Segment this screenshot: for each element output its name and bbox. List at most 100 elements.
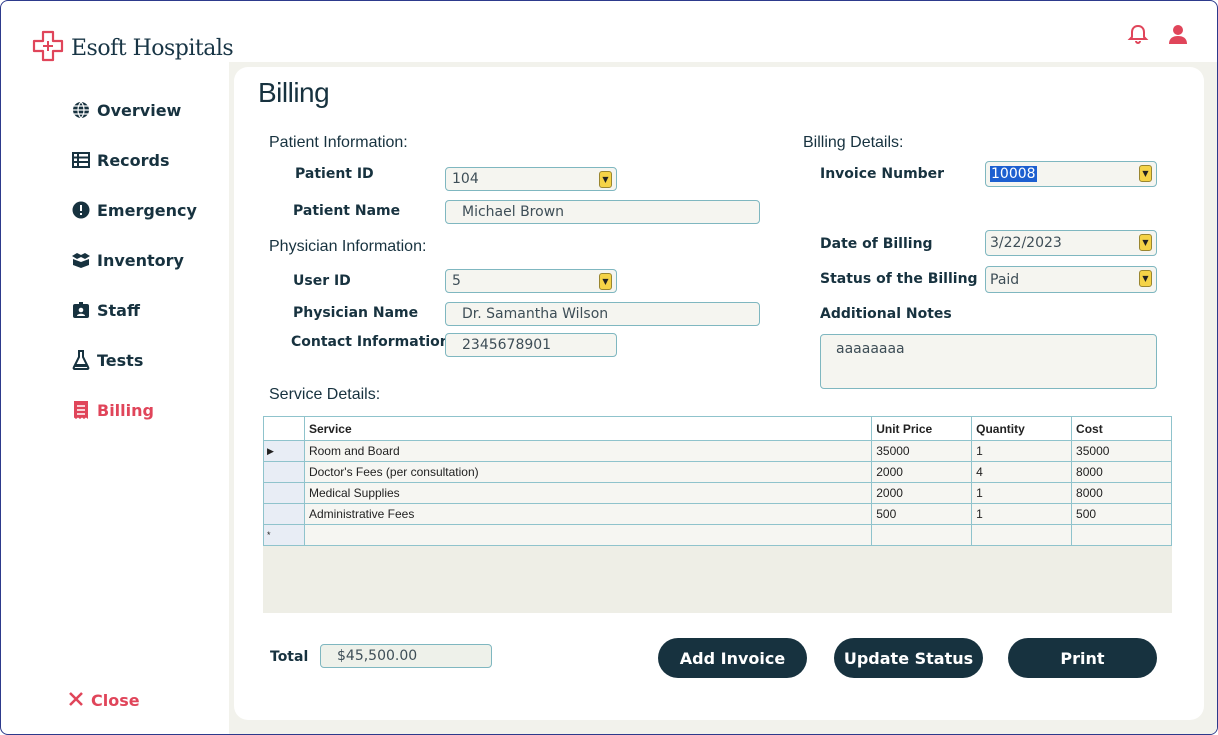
- row-header[interactable]: [263, 461, 305, 483]
- globe-icon: [71, 100, 91, 120]
- chevron-down-icon[interactable]: ▼: [1139, 165, 1152, 182]
- cell-cost[interactable]: 8000: [1071, 461, 1172, 483]
- additional-notes-label: Additional Notes: [820, 306, 952, 322]
- sidebar-item-billing[interactable]: Billing: [11, 389, 223, 431]
- column-header-quantity[interactable]: Quantity: [971, 416, 1073, 441]
- cell-quantity[interactable]: 4: [971, 461, 1073, 483]
- sidebar-item-label: Billing: [97, 400, 154, 420]
- patient-id-label: Patient ID: [295, 166, 374, 182]
- patient-name-field[interactable]: Michael Brown: [445, 200, 760, 224]
- column-header-unit-price[interactable]: Unit Price: [871, 416, 973, 441]
- cell-service[interactable]: Doctor's Fees (per consultation): [303, 461, 873, 483]
- cell-quantity[interactable]: 1: [971, 440, 1073, 462]
- cell-unit-price[interactable]: 35000: [871, 440, 973, 462]
- billing-section-title: Billing Details:: [803, 134, 904, 151]
- add-invoice-button[interactable]: Add Invoice: [658, 638, 807, 678]
- column-header-cost[interactable]: Cost: [1071, 416, 1172, 441]
- cell-service[interactable]: Room and Board: [303, 440, 873, 462]
- service-table: Service Unit Price Quantity Cost ▶ Room …: [263, 416, 1172, 546]
- date-of-billing-picker[interactable]: 3/22/2023 ▼: [985, 230, 1157, 256]
- update-status-button[interactable]: Update Status: [834, 638, 983, 678]
- date-of-billing-label: Date of Billing: [820, 236, 933, 252]
- table-header-row: Service Unit Price Quantity Cost: [263, 416, 1172, 441]
- cell-cost[interactable]: 500: [1071, 503, 1172, 525]
- cell-quantity[interactable]: 1: [971, 482, 1073, 504]
- service-section-title: Service Details:: [269, 386, 381, 403]
- table-row[interactable]: Doctor's Fees (per consultation) 2000 4 …: [263, 461, 1172, 483]
- logo: Esoft Hospitals: [31, 29, 234, 67]
- row-header-corner: [263, 416, 305, 441]
- physician-section-title: Physician Information:: [269, 238, 427, 255]
- cell-unit-price[interactable]: 2000: [871, 482, 973, 504]
- current-row-indicator[interactable]: ▶: [263, 440, 305, 462]
- chevron-down-icon[interactable]: ▼: [599, 273, 612, 290]
- cell-service[interactable]: [303, 524, 873, 546]
- table-row[interactable]: Medical Supplies 2000 1 8000: [263, 482, 1172, 504]
- physician-name-field[interactable]: Dr. Samantha Wilson: [445, 302, 760, 326]
- sidebar-item-records[interactable]: Records: [11, 139, 229, 181]
- user-icon[interactable]: [1167, 23, 1189, 45]
- user-id-label: User ID: [293, 273, 351, 289]
- print-button[interactable]: Print: [1008, 638, 1157, 678]
- cell-service[interactable]: Medical Supplies: [303, 482, 873, 504]
- cell-quantity[interactable]: 1: [971, 503, 1073, 525]
- chevron-down-icon[interactable]: ▼: [1139, 234, 1152, 251]
- close-icon: [69, 691, 83, 710]
- cell-cost[interactable]: 35000: [1071, 440, 1172, 462]
- patient-name-label: Patient Name: [293, 203, 401, 219]
- new-row[interactable]: *: [263, 524, 1172, 546]
- alert-icon: [71, 200, 91, 220]
- id-badge-icon: [71, 300, 91, 320]
- cell-service[interactable]: Administrative Fees: [303, 503, 873, 525]
- sidebar-item-emergency[interactable]: Emergency: [11, 189, 229, 231]
- row-header[interactable]: [263, 482, 305, 504]
- column-header-service[interactable]: Service: [303, 416, 873, 441]
- contact-field[interactable]: 2345678901: [445, 333, 617, 357]
- total-field[interactable]: $45,500.00: [320, 644, 492, 668]
- service-grid[interactable]: Service Unit Price Quantity Cost ▶ Room …: [263, 416, 1172, 613]
- cell-cost[interactable]: [1071, 524, 1172, 546]
- contact-label: Contact Information: [291, 334, 450, 350]
- close-button[interactable]: Close: [69, 691, 140, 710]
- page-title: Billing: [258, 77, 330, 108]
- hospital-cross-icon: [31, 29, 65, 67]
- user-id-dropdown[interactable]: 5 ▼: [445, 269, 617, 293]
- invoice-number-dropdown[interactable]: 10008 ▼: [985, 161, 1157, 187]
- sidebar-item-label: Emergency: [97, 200, 197, 220]
- table-row[interactable]: Administrative Fees 500 1 500: [263, 503, 1172, 525]
- sidebar-item-inventory[interactable]: Inventory: [11, 239, 229, 281]
- sidebar-item-staff[interactable]: Staff: [11, 289, 229, 331]
- cell-unit-price[interactable]: 2000: [871, 461, 973, 483]
- chevron-down-icon[interactable]: ▼: [599, 171, 612, 188]
- new-row-indicator[interactable]: *: [263, 524, 305, 546]
- date-of-billing-value: 3/22/2023: [990, 235, 1062, 251]
- chevron-down-icon[interactable]: ▼: [1139, 270, 1152, 287]
- table-row[interactable]: ▶ Room and Board 35000 1 35000: [263, 440, 1172, 462]
- sidebar-item-label: Overview: [97, 100, 182, 120]
- invoice-number-value: 10008: [990, 166, 1037, 182]
- invoice-number-label: Invoice Number: [820, 166, 945, 182]
- status-dropdown[interactable]: Paid ▼: [985, 266, 1157, 293]
- patient-section-title: Patient Information:: [269, 134, 408, 151]
- cell-cost[interactable]: 8000: [1071, 482, 1172, 504]
- receipt-icon: [71, 400, 91, 420]
- additional-notes-textarea[interactable]: aaaaaaaa: [820, 334, 1157, 389]
- cell-unit-price[interactable]: 500: [871, 503, 973, 525]
- row-header[interactable]: [263, 503, 305, 525]
- patient-id-value: 104: [452, 171, 479, 187]
- bell-icon[interactable]: [1127, 23, 1149, 45]
- app-window: Esoft Hospitals Overview Records Emergen…: [0, 0, 1218, 735]
- sidebar: Overview Records Emergency Inventory Sta…: [11, 89, 229, 439]
- patient-id-dropdown[interactable]: 104 ▼: [445, 167, 617, 191]
- sidebar-item-overview[interactable]: Overview: [11, 89, 229, 131]
- sidebar-item-label: Inventory: [97, 250, 184, 270]
- status-value: Paid: [990, 271, 1020, 288]
- cell-quantity[interactable]: [971, 524, 1073, 546]
- status-label: Status of the Billing: [820, 271, 978, 287]
- sidebar-item-tests[interactable]: Tests: [11, 339, 229, 381]
- cell-unit-price[interactable]: [871, 524, 973, 546]
- boxes-icon: [71, 250, 91, 270]
- user-id-value: 5: [452, 273, 461, 289]
- sidebar-item-label: Tests: [97, 350, 144, 370]
- table-icon: [71, 150, 91, 170]
